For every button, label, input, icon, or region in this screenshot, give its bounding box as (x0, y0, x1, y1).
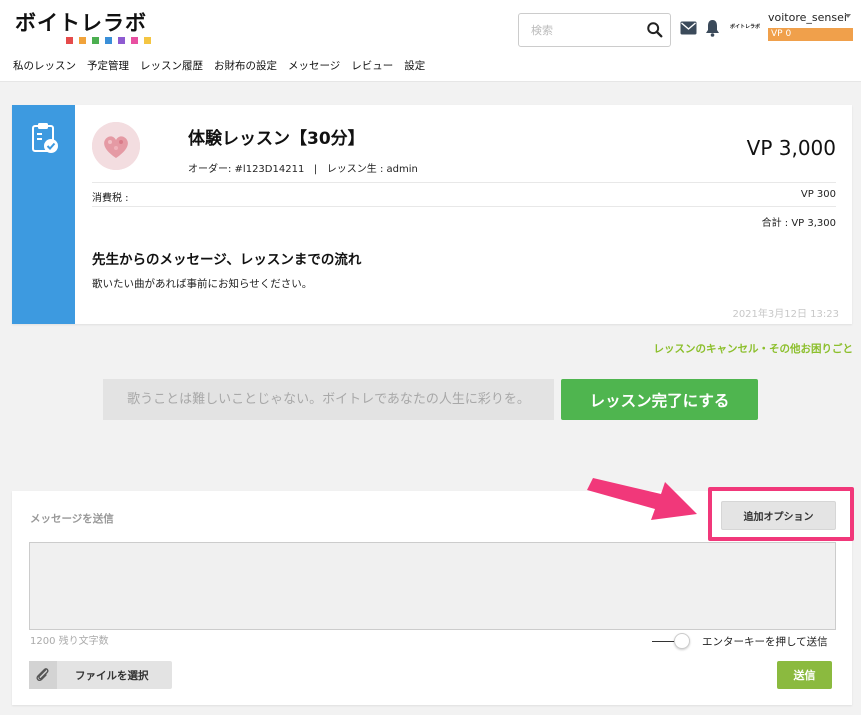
logo-dot (92, 37, 99, 44)
divider (92, 206, 836, 207)
divider (92, 182, 836, 183)
complete-lesson-button[interactable]: レッスン完了にする (561, 379, 758, 420)
order-card: 体験レッスン【30分】 オーダー: #l123D14211 | レッスン生 : … (12, 105, 852, 324)
heart-image (92, 122, 140, 170)
logo-dot (79, 37, 86, 44)
mini-logo: ボイトレラボ (730, 24, 761, 30)
send-button[interactable]: 送信 (777, 661, 832, 689)
total-amount: 合計 : VP 3,300 (761, 218, 836, 229)
logo-dot (105, 37, 112, 44)
nav-item-schedule[interactable]: 予定管理 (87, 58, 129, 73)
nav-item-my-lessons[interactable]: 私のレッスン (13, 58, 76, 73)
choose-file-button[interactable]: ファイルを選択 (29, 661, 172, 689)
remaining-char-count: 1200 残り文字数 (30, 636, 109, 647)
teacher-avatar (92, 122, 140, 170)
tax-label: 消費税 : (92, 193, 129, 204)
lesson-title: 体験レッスン【30分】 (188, 129, 365, 149)
vp-balance-badge: VP 0 (768, 28, 853, 41)
order-card-sidebar (12, 105, 75, 324)
meta-separator: | (313, 164, 318, 175)
pointer-arrow-icon (587, 478, 697, 520)
enter-send-label: エンターキーを押して送信 (702, 636, 828, 648)
student-name: レッスン生 : admin (326, 164, 418, 175)
order-date: 2021年3月12日 13:23 (732, 309, 839, 320)
motto-banner: 歌うことは難しいことじゃない。ボイトレであなたの人生に彩りを。 (103, 379, 554, 420)
lesson-price: VP 3,000 (746, 136, 836, 160)
site-logo[interactable]: ボイトレラボ (15, 10, 151, 44)
nav-item-lesson-history[interactable]: レッスン履歴 (140, 58, 203, 73)
search-box (518, 13, 671, 47)
user-name[interactable]: voitore_sensei (768, 11, 847, 24)
paperclip-icon (29, 661, 57, 689)
order-number: オーダー: #l123D14211 (188, 164, 305, 175)
order-meta: オーダー: #l123D14211 | レッスン生 : admin (188, 160, 418, 175)
bell-icon[interactable] (705, 19, 720, 37)
teacher-message-body: 歌いたい曲があれば事前にお知らせください。 (92, 278, 313, 290)
nav-item-wallet-settings[interactable]: お財布の設定 (214, 58, 277, 73)
logo-text: ボイトレラボ (15, 11, 147, 35)
logo-color-dots (66, 37, 151, 44)
message-textarea[interactable] (29, 542, 836, 630)
choose-file-label: ファイルを選択 (75, 670, 149, 682)
logo-dot (131, 37, 138, 44)
enter-send-toggle[interactable] (674, 633, 690, 649)
teacher-message-heading: 先生からのメッセージ、レッスンまでの流れ (92, 252, 362, 268)
tax-value: VP 300 (800, 189, 836, 200)
composer-title: メッセージを送信 (30, 513, 114, 525)
logo-dot (144, 37, 151, 44)
nav-item-messages[interactable]: メッセージ (288, 58, 340, 73)
additional-option-button[interactable]: 追加オプション (721, 501, 836, 530)
clipboard-check-icon (32, 123, 58, 153)
message-composer: メッセージを送信 追加オプション 1200 残り文字数 エンターキーを押して送信… (12, 487, 854, 705)
cancel-help-link[interactable]: レッスンのキャンセル・その他お困りごと (654, 341, 854, 356)
main-nav: 私のレッスン 予定管理 レッスン履歴 お財布の設定 メッセージ レビュー 設定 (13, 58, 436, 73)
search-input[interactable] (531, 14, 651, 46)
nav-item-settings[interactable]: 設定 (404, 58, 425, 73)
logo-dot (118, 37, 125, 44)
mail-icon[interactable] (680, 21, 697, 35)
search-icon[interactable] (646, 21, 664, 39)
top-header: ボイトレラボ ボイトレラボ voitore_sensei VP 0 私のレッスン… (0, 0, 861, 82)
logo-dot (66, 37, 73, 44)
chevron-down-icon[interactable] (845, 14, 851, 18)
nav-item-reviews[interactable]: レビュー (351, 58, 393, 73)
